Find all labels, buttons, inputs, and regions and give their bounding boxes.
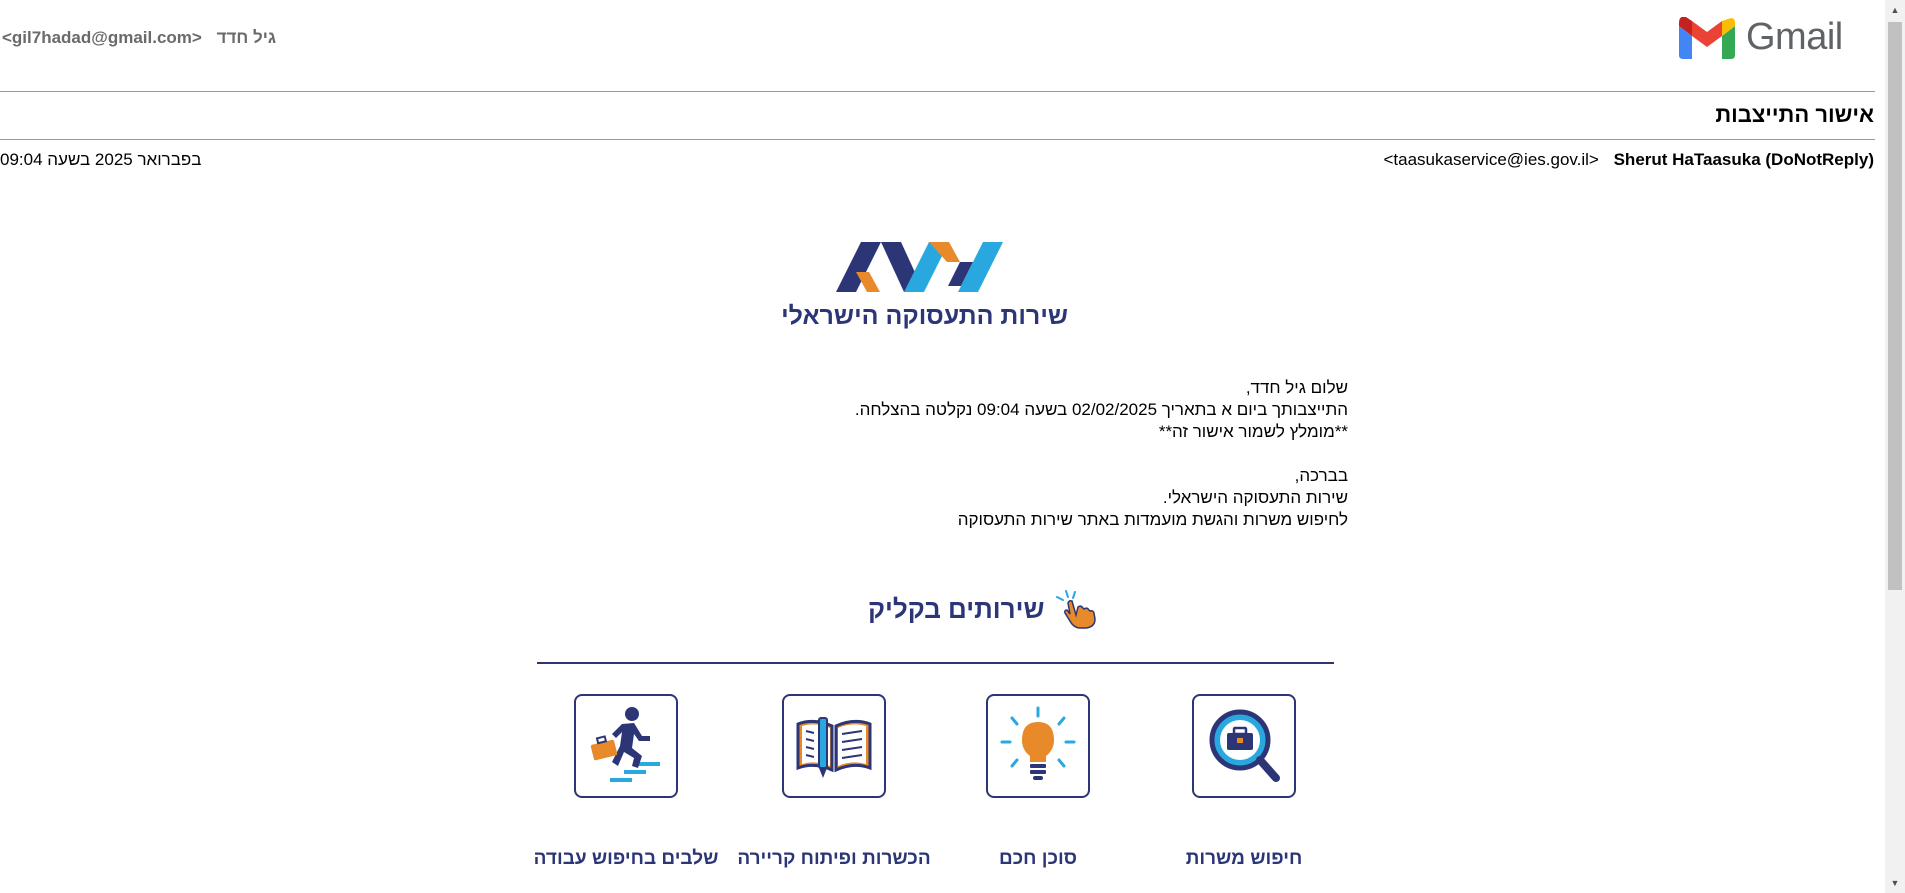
header-divider <box>0 91 1875 92</box>
email-date: 2 בפברואר 2025 בשעה 09:04 <box>0 150 206 170</box>
book-icon <box>796 717 872 778</box>
jobs-site-link[interactable]: לחיפוש משרות והגשת מועמדות באתר שירות הת… <box>748 509 1348 531</box>
email-subject: אישור התייצבות <box>1715 102 1874 127</box>
email-body: שלום גיל חדד, התייצבותך ביום א בתאריך 02… <box>748 377 1348 531</box>
lightbulb-icon <box>1000 706 1076 780</box>
gmail-wordmark: Gmail <box>1746 16 1843 58</box>
email-date-text: 2 בפברואר 2025 בשעה 09:04 <box>0 150 206 169</box>
smart-agent-button[interactable] <box>986 694 1090 798</box>
ies-logo: שירות התעסוקה הישראלי <box>781 236 1068 334</box>
ies-org-name: שירות התעסוקה הישראלי <box>781 302 1068 330</box>
job-search-icon <box>1209 709 1280 782</box>
subject-divider <box>0 139 1875 140</box>
sender-name: Sherut HaTaasuka (DoNotReply) <box>1613 150 1874 169</box>
save-note-text: **מומלץ לשמור אישור זה** <box>1158 422 1348 441</box>
job-search-button[interactable] <box>1192 694 1296 798</box>
confirmation-text: התייצבותך ביום א בתאריך 02/02/2025 בשעה … <box>854 400 1348 419</box>
job-search-label[interactable]: חיפוש משרות <box>1134 848 1354 870</box>
signature-text: שירות התעסוקה הישראלי. <box>1162 488 1348 507</box>
scrollbar-thumb[interactable] <box>1888 22 1902 590</box>
stairs-runner-icon <box>590 707 660 782</box>
ies-mark-icon <box>836 242 1003 292</box>
sender-line: <taasukaservice@ies.gov.il> Sherut HaTaa… <box>1383 150 1874 170</box>
scroll-down-arrow-icon[interactable]: ▼ <box>1885 875 1905 891</box>
training-career-button[interactable] <box>782 694 886 798</box>
smart-agent-label[interactable]: סוכן חכם <box>928 848 1148 870</box>
quick-services-title: שירותים בקליק <box>868 593 1045 624</box>
user-email: <gil7hadad@gmail.com> <box>1 28 202 47</box>
user-name: גיל חדד <box>216 28 276 47</box>
closing-text: בברכה, <box>1294 466 1348 485</box>
quick-services-divider <box>537 662 1334 664</box>
quick-services-heading: שירותים בקליק <box>868 589 1098 629</box>
pointing-hand-icon <box>1056 590 1097 629</box>
job-steps-label[interactable]: שלבים בחיפוש עבודה <box>516 848 736 870</box>
gmail-logo: Gmail <box>1679 14 1849 60</box>
user-identity: <gil7hadad@gmail.com> גיל חדד <box>0 28 276 50</box>
greeting-text: שלום גיל חדד, <box>1245 378 1348 397</box>
training-career-label[interactable]: הכשרות ופיתוח קריירה <box>724 848 944 870</box>
page-scrollbar[interactable]: ▲ ▼ <box>1885 0 1905 893</box>
job-steps-button[interactable] <box>574 694 678 798</box>
gmail-m-icon <box>1679 17 1735 59</box>
sender-email[interactable]: <taasukaservice@ies.gov.il> <box>1383 150 1598 169</box>
scroll-up-arrow-icon[interactable]: ▲ <box>1885 2 1905 18</box>
